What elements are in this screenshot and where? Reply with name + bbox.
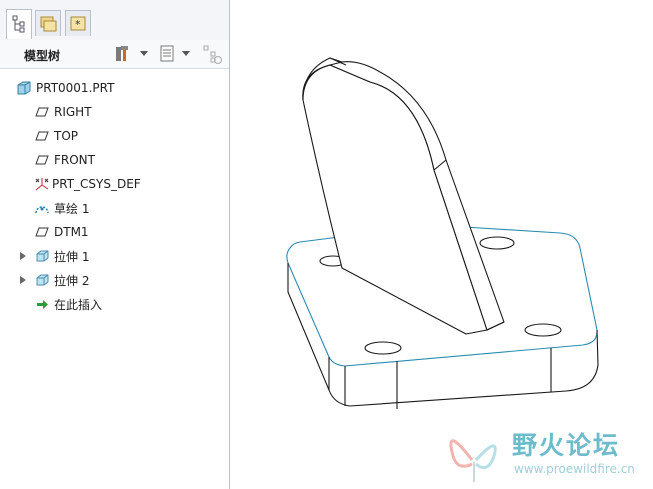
sketch-icon (35, 206, 49, 214)
favorites-icon: * (70, 16, 86, 31)
datum-plane-icon (35, 227, 49, 237)
tree-item-part[interactable]: PRT0001.PRT (16, 78, 114, 98)
tree-item-label: PRT_CSYS_DEF (52, 177, 141, 191)
tree-item-front[interactable]: FRONT (34, 150, 95, 170)
tree-item-insert-here[interactable]: 在此插入 (34, 294, 102, 314)
model-tree-panel: * 模型树 PRT0001.PRT RIGHT TOP FRONT PRT_CS… (0, 0, 230, 489)
tree-item-extrude-2[interactable]: 拉伸 2 (34, 270, 89, 290)
tree-item-label: 拉伸 2 (54, 273, 90, 288)
tree-item-right[interactable]: RIGHT (34, 102, 92, 122)
datum-plane-icon (35, 131, 49, 141)
watermark-url: www.proewildfire.cn (514, 462, 635, 476)
hole-front-left (364, 341, 402, 355)
tree-item-label: RIGHT (54, 105, 92, 119)
tree-item-label: TOP (54, 129, 79, 143)
tree-icon (12, 15, 25, 33)
filter-tree-icon[interactable] (202, 44, 224, 64)
tab-folder-browser[interactable] (35, 10, 61, 36)
part-icon (17, 81, 31, 95)
butterfly-logo-icon (449, 439, 497, 482)
hole-back-right (479, 236, 515, 250)
tree-item-sketch[interactable]: 草绘 1 (34, 198, 89, 218)
expand-arrow-icon[interactable] (20, 252, 26, 260)
tab-model-tree[interactable] (6, 9, 32, 39)
hole-front-right (524, 323, 562, 337)
tree-item-csys[interactable]: PRT_CSYS_DEF (34, 174, 141, 194)
tree-item-label: DTM1 (54, 225, 89, 239)
chevron-down-icon[interactable] (182, 51, 190, 56)
chevron-down-icon[interactable] (140, 51, 148, 56)
panel-tabs: * (0, 0, 229, 41)
tree-item-label: 拉伸 1 (54, 249, 90, 264)
model-tree-title: 模型树 (24, 49, 61, 63)
extrude-icon (36, 274, 49, 286)
watermark-title: 野火论坛 (512, 431, 621, 460)
extrude-icon (36, 250, 49, 262)
forum-watermark: 野火论坛 www.proewildfire.cn (440, 420, 650, 486)
expand-arrow-icon[interactable] (20, 276, 26, 284)
tree-item-dtm1[interactable]: DTM1 (34, 222, 89, 242)
model-tree-toolbar: 模型树 (0, 40, 229, 69)
tree-item-extrude-1[interactable]: 拉伸 1 (34, 246, 89, 266)
graphics-window[interactable] (230, 0, 653, 489)
insert-arrow-icon (37, 300, 48, 309)
settings-tools-icon[interactable] (113, 44, 133, 64)
tree-item-label: 草绘 1 (54, 201, 90, 216)
datum-plane-icon (35, 155, 49, 165)
tree-item-label: 在此插入 (54, 297, 103, 312)
datum-plane-icon (35, 107, 49, 117)
tree-item-top[interactable]: TOP (34, 126, 78, 146)
tree-item-label: FRONT (54, 153, 95, 167)
csys-icon (35, 178, 49, 191)
svg-text:*: * (75, 18, 81, 31)
show-options-icon[interactable] (158, 44, 176, 64)
folder-icon (40, 16, 57, 32)
tree-item-label: PRT0001.PRT (36, 81, 115, 95)
tab-favorites[interactable]: * (65, 10, 91, 36)
